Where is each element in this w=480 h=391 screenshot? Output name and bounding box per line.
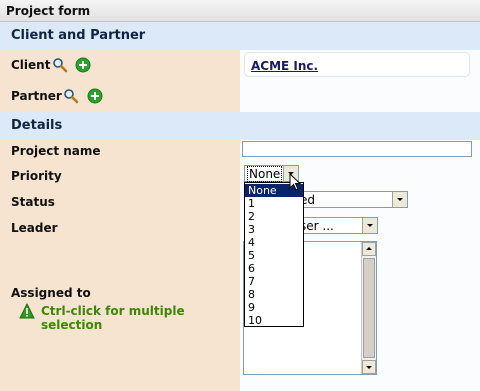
multi-select-hint: Ctrl-click for multiple selection bbox=[41, 304, 185, 332]
priority-option-label: None bbox=[248, 184, 277, 197]
add-icon[interactable] bbox=[87, 88, 103, 104]
leader-value: ser ... bbox=[300, 219, 334, 233]
priority-option-label: 2 bbox=[248, 210, 255, 223]
section-header-client-partner: Client and Partner bbox=[0, 22, 480, 50]
priority-option[interactable]: 10 bbox=[245, 314, 303, 327]
project-name-label: Project name bbox=[11, 144, 101, 158]
arrow-down-icon bbox=[366, 366, 372, 369]
priority-option-label: 4 bbox=[248, 236, 255, 249]
chevron-down-icon[interactable] bbox=[392, 192, 407, 207]
leader-label: Leader bbox=[11, 221, 58, 235]
priority-option[interactable]: 1 bbox=[245, 197, 303, 210]
priority-option-label: 5 bbox=[248, 249, 255, 262]
listbox-scrollbar[interactable] bbox=[361, 242, 376, 374]
priority-option-label: 3 bbox=[248, 223, 255, 236]
priority-option[interactable]: 5 bbox=[245, 249, 303, 262]
priority-dropdown-list[interactable]: None 1 2 3 4 5 6 7 8 9 10 bbox=[244, 182, 304, 327]
search-icon[interactable] bbox=[52, 57, 68, 73]
priority-option-label: 10 bbox=[248, 314, 262, 327]
partner-label: Partner bbox=[11, 89, 62, 103]
priority-option-label: 7 bbox=[248, 275, 255, 288]
priority-option-label: 8 bbox=[248, 288, 255, 301]
priority-label: Priority bbox=[11, 169, 62, 183]
window-titlebar: Project form bbox=[0, 0, 480, 22]
window-title: Project form bbox=[6, 4, 91, 18]
section-header-details: Details bbox=[0, 112, 480, 140]
priority-option-label: 6 bbox=[248, 262, 255, 275]
priority-selected-value: None bbox=[246, 166, 283, 182]
priority-option[interactable]: 6 bbox=[245, 262, 303, 275]
add-icon[interactable] bbox=[75, 57, 91, 73]
hint-line-2: selection bbox=[41, 318, 103, 332]
priority-option[interactable]: 2 bbox=[245, 210, 303, 223]
search-icon[interactable] bbox=[63, 88, 79, 104]
warning-icon bbox=[19, 302, 35, 319]
project-name-input[interactable] bbox=[242, 141, 472, 157]
hint-line-1: Ctrl-click for multiple bbox=[41, 304, 185, 318]
priority-option[interactable]: 8 bbox=[245, 288, 303, 301]
section-title: Client and Partner bbox=[11, 28, 146, 43]
priority-option[interactable]: 4 bbox=[245, 236, 303, 249]
arrow-up-icon bbox=[366, 247, 372, 250]
scroll-up-button[interactable] bbox=[362, 242, 376, 256]
priority-option[interactable]: 7 bbox=[245, 275, 303, 288]
scroll-thumb[interactable] bbox=[363, 258, 375, 358]
client-label: Client bbox=[11, 58, 51, 72]
assigned-to-label: Assigned to bbox=[11, 286, 91, 300]
mouse-cursor-icon bbox=[289, 172, 302, 195]
client-value-box: ACME Inc. bbox=[244, 52, 470, 77]
priority-option-label: 1 bbox=[248, 197, 255, 210]
priority-option-label: 9 bbox=[248, 301, 255, 314]
scroll-down-button[interactable] bbox=[362, 360, 376, 374]
section-title: Details bbox=[11, 118, 63, 133]
priority-option[interactable]: 9 bbox=[245, 301, 303, 314]
chevron-down-icon[interactable] bbox=[362, 218, 377, 233]
priority-option[interactable]: 3 bbox=[245, 223, 303, 236]
partner-value-cell bbox=[240, 81, 480, 112]
client-link[interactable]: ACME Inc. bbox=[251, 59, 318, 73]
status-label: Status bbox=[11, 195, 55, 209]
project-form-window: Project form Client and Partner Client A… bbox=[0, 0, 480, 391]
